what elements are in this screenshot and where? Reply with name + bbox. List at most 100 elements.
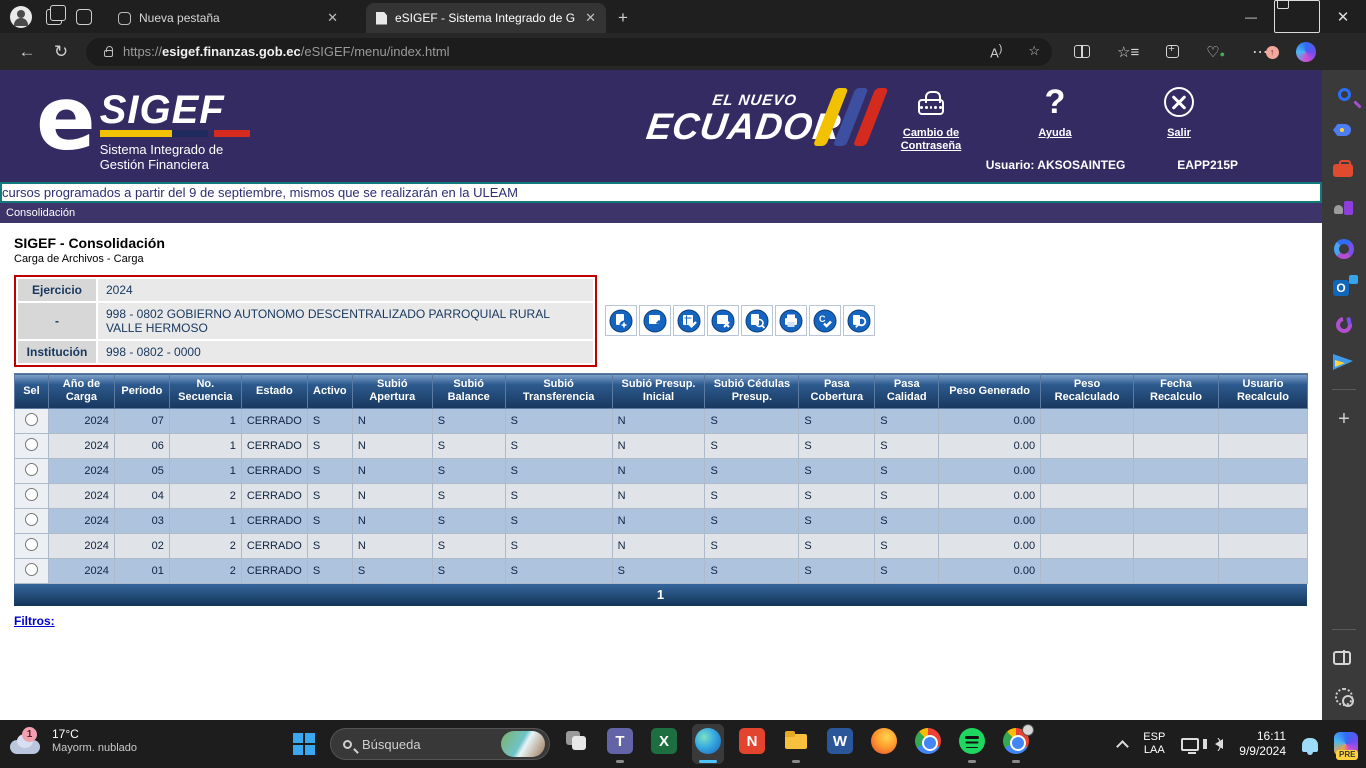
sidebar-designer-icon[interactable] (1333, 314, 1355, 336)
row-select-radio[interactable] (25, 438, 38, 451)
taskbar-edge-button[interactable] (692, 724, 724, 764)
clock-widget[interactable]: 16:11 9/9/2024 (1239, 729, 1286, 759)
esigef-header: e SIGEF Sistema Integrado de Gestión Fin… (0, 70, 1322, 182)
sidebar-outlook-icon[interactable]: O (1333, 277, 1355, 299)
table-cell: 03 (114, 509, 169, 534)
notifications-bell-icon[interactable] (1302, 738, 1318, 752)
print-button[interactable] (775, 305, 807, 336)
collections-add-icon[interactable] (1166, 45, 1179, 58)
column-header: Peso Generado (939, 374, 1041, 409)
table-cell: S (799, 534, 875, 559)
help-button[interactable]: ? Ayuda (1012, 80, 1098, 153)
weather-condition-label: Mayorm. nublado (52, 741, 137, 755)
preview-button[interactable] (741, 305, 773, 336)
tab-close-icon[interactable]: ✕ (585, 10, 596, 26)
collections-icon[interactable]: ☆≡ (1117, 43, 1139, 61)
tab-close-icon[interactable]: ✕ (327, 10, 338, 26)
sidebar-games-icon[interactable] (1333, 199, 1355, 221)
tab-esigef[interactable]: eSIGEF - Sistema Integrado de G ✕ (366, 3, 606, 33)
favorites-star-icon[interactable]: ☆ (1028, 43, 1040, 59)
weather-widget[interactable]: 1 17°C Mayorm. nublado (10, 726, 137, 756)
table-cell: S (432, 534, 505, 559)
read-aloud-icon[interactable]: A) (990, 43, 1002, 60)
workspaces-icon[interactable] (46, 9, 62, 25)
row-select-radio[interactable] (25, 538, 38, 551)
menu-item-consolidacion[interactable]: Consolidación (6, 207, 75, 219)
table-cell: S (799, 509, 875, 534)
exit-button[interactable]: Salir (1136, 80, 1222, 153)
table-cell: 1 (169, 459, 241, 484)
row-select-radio[interactable] (25, 488, 38, 501)
search-records-button[interactable] (843, 305, 875, 336)
table-cell: CERRADO (241, 484, 307, 509)
volume-icon[interactable] (1215, 739, 1223, 749)
new-tab-button[interactable]: + (618, 8, 628, 28)
table-cell (1041, 484, 1134, 509)
start-button[interactable] (293, 733, 315, 755)
row-select-radio[interactable] (25, 413, 38, 426)
sidebar-tools-icon[interactable] (1333, 159, 1355, 181)
table-cell: 1 (169, 509, 241, 534)
browser-profile-avatar[interactable] (10, 6, 32, 28)
language-indicator[interactable]: ESP LAA (1143, 731, 1165, 757)
filters-link[interactable]: Filtros: (14, 614, 55, 628)
refresh-button[interactable]: ↻ (44, 42, 78, 62)
sidebar-customize-button[interactable]: + (1333, 408, 1355, 430)
address-bar[interactable]: https://esigef.finanzas.gob.ec/eSIGEF/me… (86, 38, 1052, 66)
taskbar-excel-button[interactable]: X (648, 724, 680, 764)
document-favicon (376, 12, 387, 25)
column-header: Pasa Calidad (875, 374, 939, 409)
field-value: 998 - 0802 GOBIERNO AUTONOMO DESCENTRALI… (97, 302, 594, 340)
taskbar-chrome-profile-button[interactable] (1000, 724, 1032, 764)
change-password-button[interactable]: Cambio de Contraseña (888, 80, 974, 153)
sidebar-m365-icon[interactable] (1334, 239, 1354, 259)
validate-button[interactable] (673, 305, 705, 336)
split-screen-icon[interactable] (1074, 45, 1090, 58)
lock-icon[interactable] (104, 50, 113, 57)
window-minimize-button[interactable]: — (1228, 0, 1274, 33)
table-cell: S (705, 559, 799, 584)
delete-button[interactable] (707, 305, 739, 336)
network-icon[interactable] (1181, 738, 1199, 751)
table-cell: N (352, 459, 432, 484)
taskbar-word-button[interactable]: W (824, 724, 856, 764)
sidebar-shopping-icon[interactable] (1333, 119, 1355, 141)
row-select-radio[interactable] (25, 563, 38, 576)
taskbar-search-box[interactable]: Búsqueda (330, 728, 550, 760)
row-select-radio[interactable] (25, 463, 38, 476)
copilot-preview-button[interactable]: PRE (1334, 732, 1358, 756)
settings-more-icon[interactable]: ⋯↑ (1252, 42, 1269, 62)
browser-essentials-icon[interactable]: ♡● (1206, 43, 1225, 61)
table-cell: S (432, 484, 505, 509)
taskbar-file-explorer-button[interactable] (780, 724, 812, 764)
window-restore-button[interactable] (1274, 0, 1320, 33)
tab-new-tab[interactable]: Nueva pestaña ✕ (108, 3, 348, 33)
taskbar-spotify-button[interactable] (956, 724, 988, 764)
window-close-button[interactable]: ✕ (1320, 0, 1366, 33)
sidebar-panel-icon[interactable] (1333, 648, 1355, 670)
new-file-button[interactable] (605, 305, 637, 336)
back-button[interactable]: ← (10, 42, 44, 62)
tray-overflow-chevron[interactable] (1116, 740, 1129, 753)
table-cell (1041, 434, 1134, 459)
logo-subtitle: Sistema Integrado de Gestión Financiera (100, 142, 250, 172)
sidebar-settings-icon[interactable] (1335, 688, 1353, 706)
taskbar-pdf-button[interactable]: N (736, 724, 768, 764)
upload-save-button[interactable] (639, 305, 671, 336)
table-cell: S (799, 459, 875, 484)
approve-button[interactable]: C (809, 305, 841, 336)
row-select-radio[interactable] (25, 513, 38, 526)
column-header: Periodo (114, 374, 169, 409)
pagination-bar[interactable]: 1 (14, 584, 1307, 606)
sidebar-drop-icon[interactable] (1333, 351, 1355, 373)
search-highlight-image[interactable] (501, 731, 545, 757)
taskbar-firefox-button[interactable] (868, 724, 900, 764)
taskbar-chrome-button[interactable] (912, 724, 944, 764)
sidebar-search-icon[interactable] (1338, 88, 1351, 101)
table-cell: S (307, 559, 352, 584)
copilot-icon[interactable] (1296, 42, 1316, 62)
taskbar-teams-button[interactable]: T (604, 724, 636, 764)
column-header: Fecha Recalculo (1134, 374, 1219, 409)
taskbar-task-view-button[interactable] (560, 724, 592, 764)
tab-actions-icon[interactable] (76, 9, 92, 25)
